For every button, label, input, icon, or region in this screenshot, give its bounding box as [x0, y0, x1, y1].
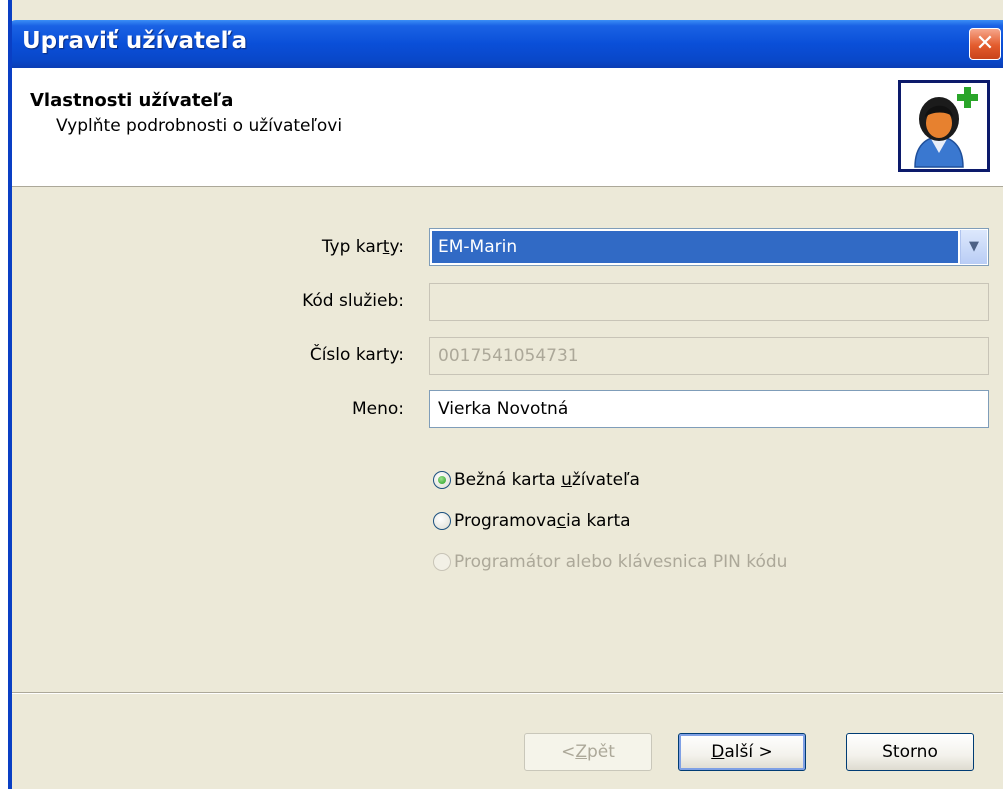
radio-checked-icon[interactable] [433, 471, 451, 489]
page-subtitle: Vyplňte podrobnosti o užívateľovi [56, 116, 343, 136]
cancel-button[interactable]: Storno [846, 733, 974, 771]
back-button: < Zpět [524, 733, 652, 771]
next-button[interactable]: Další > [678, 733, 806, 771]
add-user-icon [898, 80, 990, 172]
service-code-label: Kód služieb: [302, 291, 404, 311]
radio-programming-card-label: Programovacia karta [454, 511, 631, 531]
close-icon: ✕ [975, 31, 995, 56]
radio-regular-card[interactable]: Bežná karta užívateľa [433, 466, 640, 494]
card-type-value: EM-Marin [432, 231, 958, 263]
close-button[interactable]: ✕ [969, 28, 1001, 60]
footer-separator [12, 692, 1003, 694]
edit-user-dialog: Upraviť užívateľa ✕ Vlastnosti užívateľa… [8, 0, 1003, 789]
chevron-down-icon[interactable]: ▼ [960, 230, 987, 264]
title-bar[interactable]: Upraviť užívateľa ✕ [12, 20, 1003, 68]
card-number-field: 0017541054731 [429, 337, 989, 375]
radio-pin-programmer: Programátor alebo klávesnica PIN kódu [433, 548, 787, 576]
page-title: Vlastnosti užívateľa [30, 90, 234, 111]
card-number-label: Číslo karty: [309, 345, 404, 365]
wizard-header: Vlastnosti užívateľa Vyplňte podrobnosti… [12, 68, 1003, 187]
radio-programming-card[interactable]: Programovacia karta [433, 507, 631, 535]
card-type-select[interactable]: EM-Marin ▼ [429, 228, 989, 266]
window-title: Upraviť užívateľa [22, 28, 248, 54]
name-label: Meno: [351, 399, 404, 419]
radio-pin-programmer-label: Programátor alebo klávesnica PIN kódu [454, 552, 788, 572]
service-code-field [429, 283, 989, 321]
radio-regular-card-label: Bežná karta užívateľa [454, 470, 640, 490]
card-type-label: Typ karty: [321, 237, 404, 257]
radio-unchecked-icon[interactable] [433, 512, 451, 530]
radio-disabled-icon [433, 553, 451, 571]
user-avatar-graphic [914, 87, 978, 168]
name-field[interactable]: Vierka Novotná [429, 390, 989, 428]
